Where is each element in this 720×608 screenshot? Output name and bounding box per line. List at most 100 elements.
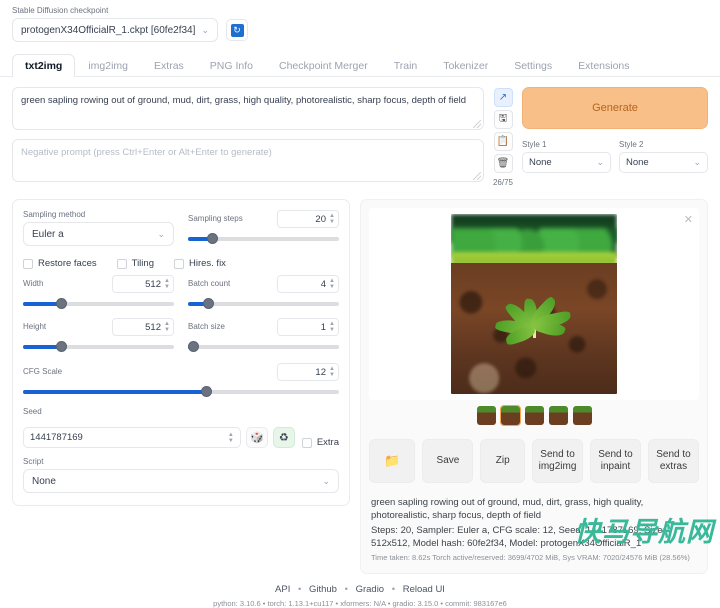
save-button[interactable]: Save <box>422 439 474 483</box>
open-folder-button[interactable]: 📁 <box>369 439 416 483</box>
footer-link-api[interactable]: API <box>275 584 290 595</box>
stepper-icon[interactable]: ▲ ▼ <box>164 278 170 290</box>
output-actions: 📁 Save Zip Send to img2img Send to inpai… <box>369 439 699 483</box>
thumbnail-5[interactable] <box>572 406 592 425</box>
generate-button[interactable]: Generate <box>522 87 708 129</box>
checkbox-icon[interactable] <box>116 258 127 269</box>
trash-icon[interactable]: 🗑 <box>493 154 513 173</box>
clipboard-icon[interactable]: 📋 <box>493 132 513 151</box>
toggles-row: Restore faces Tiling Hires. fix <box>23 258 339 269</box>
style-2-dropdown[interactable]: None ⌄ <box>619 152 708 173</box>
slider-knob[interactable] <box>201 386 213 397</box>
tab-txt2img[interactable]: txt2img <box>12 54 76 77</box>
slider-knob[interactable] <box>202 298 214 309</box>
generated-image[interactable] <box>451 214 617 394</box>
thumbnail-1[interactable] <box>476 406 496 425</box>
seed-input[interactable]: 1441787169 ▲ ▼ <box>23 427 241 448</box>
thumbnail-2[interactable] <box>499 405 521 426</box>
sampling-method-label: Sampling method <box>23 210 86 219</box>
negative-prompt-input[interactable]: Negative prompt (press Ctrl+Enter or Alt… <box>12 139 484 182</box>
random-seed-icon[interactable]: 🎲 <box>245 427 268 448</box>
cfg-scale-slider[interactable] <box>23 385 339 399</box>
thumbnail-4[interactable] <box>548 406 568 425</box>
slider-knob[interactable] <box>188 341 199 352</box>
checkpoint-selector[interactable]: Stable Diffusion checkpoint protogenX34O… <box>12 6 218 42</box>
extra-checkbox[interactable]: Extra <box>301 437 339 448</box>
sampling-steps-input[interactable]: 20 ▲ ▼ <box>277 210 339 228</box>
batch-size-slider[interactable] <box>188 340 339 354</box>
stepper-icon[interactable]: ▲ ▼ <box>228 432 234 444</box>
tab-train[interactable]: Train <box>381 54 431 77</box>
refresh-checkpoints-button[interactable]: ↻ <box>226 19 248 41</box>
reuse-seed-icon[interactable]: ♻ <box>272 427 295 448</box>
main-tabs: txt2img img2img Extras PNG Info Checkpoi… <box>0 42 720 77</box>
stepper-icon[interactable]: ▲ ▼ <box>329 278 335 290</box>
slider-fill <box>23 390 207 394</box>
batch-size-group: Batch size 1 ▲ ▼ <box>188 318 339 354</box>
footer-link-github[interactable]: Github <box>309 584 337 595</box>
sampling-steps-slider[interactable] <box>188 232 339 246</box>
slider-knob[interactable] <box>55 341 67 352</box>
footer-separator: • <box>298 584 302 595</box>
thumbnail-3[interactable] <box>524 406 544 425</box>
close-icon[interactable]: ✕ <box>684 213 693 226</box>
send-to-inpaint-button[interactable]: Send to inpaint <box>590 439 641 483</box>
width-slider[interactable] <box>23 297 174 311</box>
info-timing-line: Time taken: 8.62s Torch active/reserved:… <box>371 553 690 562</box>
chevron-down-icon: ⌄ <box>693 157 701 167</box>
height-group: Height 512 ▲ ▼ <box>23 318 174 354</box>
height-label: Height <box>23 322 47 331</box>
batch-count-input[interactable]: 4 ▲ ▼ <box>277 275 339 293</box>
cfg-scale-head: CFG Scale 12 ▲ ▼ <box>23 363 339 381</box>
footer-link-gradio[interactable]: Gradio <box>356 584 385 595</box>
footer-link-reload-ui[interactable]: Reload UI <box>403 584 445 595</box>
resize-grip-icon[interactable] <box>473 172 481 180</box>
stepper-icon[interactable]: ▲ ▼ <box>329 366 335 378</box>
slider-knob[interactable] <box>55 298 67 309</box>
tab-extensions[interactable]: Extensions <box>565 54 642 77</box>
height-input[interactable]: 512 ▲ ▼ <box>112 318 174 336</box>
hires-fix-checkbox[interactable]: Hires. fix <box>173 258 226 269</box>
image-gallery[interactable]: ✕ <box>369 208 699 400</box>
prompt-input[interactable]: green sapling rowing out of ground, mud,… <box>12 87 484 130</box>
cfg-scale-input[interactable]: 12 ▲ ▼ <box>277 363 339 381</box>
tab-settings[interactable]: Settings <box>501 54 565 77</box>
height-value: 512 <box>145 321 161 333</box>
footer: API • Github • Gradio • Reload UI python… <box>0 584 720 608</box>
tab-checkpoint-merger[interactable]: Checkpoint Merger <box>266 54 381 77</box>
send-to-extras-button[interactable]: Send to extras <box>648 439 699 483</box>
script-dropdown[interactable]: None ⌄ <box>23 469 339 493</box>
height-slider[interactable] <box>23 340 174 354</box>
watermark: 快马导航网 <box>574 517 714 548</box>
style-1-selector[interactable]: Style 1 None ⌄ <box>522 140 611 173</box>
stepper-icon[interactable]: ▲ ▼ <box>329 321 335 333</box>
prompt-fields: green sapling rowing out of ground, mud,… <box>12 87 484 187</box>
save-style-icon[interactable]: 🖫 <box>493 110 513 129</box>
tab-png-info[interactable]: PNG Info <box>197 54 266 77</box>
style-2-selector[interactable]: Style 2 None ⌄ <box>619 140 708 173</box>
batch-count-value: 4 <box>320 278 326 290</box>
tab-img2img[interactable]: img2img <box>75 54 141 77</box>
cfg-scale-label: CFG Scale <box>23 367 63 376</box>
stepper-icon[interactable]: ▲ ▼ <box>164 321 170 333</box>
checkbox-icon[interactable] <box>173 258 184 269</box>
style-1-dropdown[interactable]: None ⌄ <box>522 152 611 173</box>
tab-extras[interactable]: Extras <box>141 54 197 77</box>
sampling-method-dropdown[interactable]: Euler a ⌄ <box>23 222 174 246</box>
checkpoint-dropdown[interactable]: protogenX34OfficialR_1.ckpt [60fe2f34] ⌄ <box>12 18 218 42</box>
zip-button[interactable]: Zip <box>480 439 526 483</box>
width-input[interactable]: 512 ▲ ▼ <box>112 275 174 293</box>
send-to-img2img-button[interactable]: Send to img2img <box>532 439 584 483</box>
slider-knob[interactable] <box>207 233 219 244</box>
tab-tokenizer[interactable]: Tokenizer <box>430 54 501 77</box>
script-value: None <box>32 475 56 487</box>
resize-grip-icon[interactable] <box>473 120 481 128</box>
paste-arrow-icon[interactable]: ↗ <box>493 88 513 107</box>
batch-size-input[interactable]: 1 ▲ ▼ <box>277 318 339 336</box>
restore-faces-checkbox[interactable]: Restore faces <box>23 258 97 269</box>
tiling-checkbox[interactable]: Tiling <box>116 258 154 269</box>
checkbox-icon[interactable] <box>23 258 33 269</box>
batch-count-slider[interactable] <box>188 297 339 311</box>
checkbox-icon[interactable] <box>301 437 312 448</box>
stepper-icon[interactable]: ▲ ▼ <box>329 213 335 225</box>
